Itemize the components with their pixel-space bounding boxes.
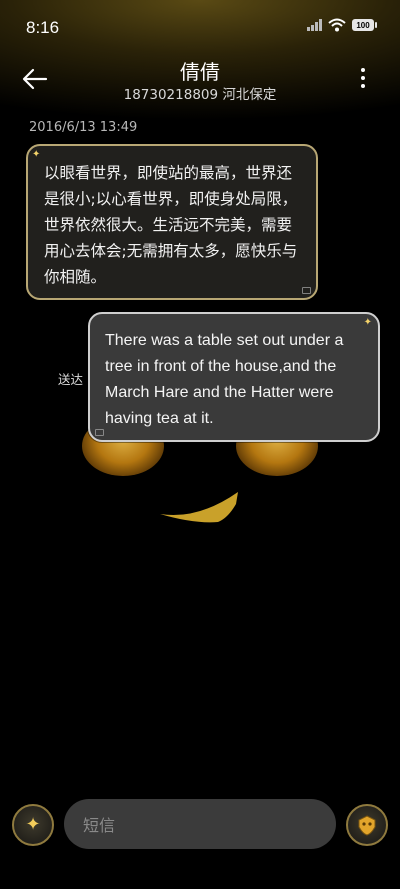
- wallpaper-mouth: [160, 492, 238, 523]
- gold-theme-icon: [358, 815, 376, 836]
- outgoing-message-text: There was a table set out under a tree i…: [105, 332, 344, 427]
- contact-name: 倩倩: [180, 60, 220, 84]
- bubble-corner-icon: [95, 429, 104, 436]
- sparkle-button[interactable]: ✦: [12, 804, 54, 846]
- status-icons: 100: [307, 18, 377, 32]
- more-vertical-icon[interactable]: [360, 68, 366, 90]
- contact-number-location: 18730218809 河北保定: [123, 87, 277, 103]
- theme-button[interactable]: [346, 804, 388, 846]
- messaging-screen: 8:16 100 倩倩 18730218809 河北保定 2016/6/13 1…: [0, 0, 400, 889]
- sparkle-icon: ✦: [363, 317, 372, 328]
- signal-icon: [307, 19, 322, 31]
- sparkle-icon: ✦: [25, 814, 41, 835]
- status-time: 8:16: [26, 18, 60, 37]
- wifi-icon: [328, 18, 346, 32]
- bubble-corner-icon: [302, 287, 311, 294]
- delivery-status: 送达: [58, 372, 84, 387]
- outgoing-message-bubble[interactable]: ✦ There was a table set out under a tree…: [88, 312, 380, 442]
- sms-input[interactable]: 短信: [64, 799, 336, 849]
- conversation-header: 倩倩 18730218809 河北保定: [0, 56, 400, 104]
- incoming-message-bubble[interactable]: ✦ 以眼看世界，即使站的最高，世界还是很小;以心看世界，即使身处局限，世界依然很…: [26, 144, 318, 300]
- sms-input-placeholder: 短信: [83, 816, 116, 835]
- incoming-message-text: 以眼看世界，即使站的最高，世界还是很小;以心看世界，即使身处局限，世界依然很大。…: [44, 164, 298, 286]
- status-bar: 8:16 100: [0, 0, 400, 56]
- message-timestamp: 2016/6/13 13:49: [29, 120, 138, 135]
- battery-icon: 100: [352, 19, 377, 31]
- sparkle-icon: ✦: [32, 149, 41, 160]
- composer-bar: ✦ 短信: [0, 796, 400, 856]
